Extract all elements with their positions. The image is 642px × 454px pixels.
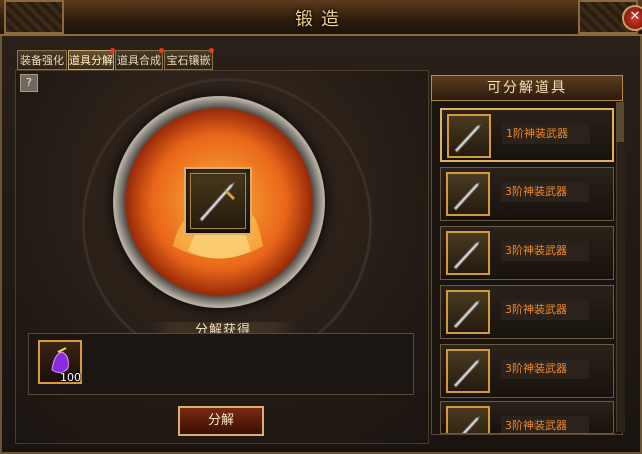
item-label: 3阶神装武器 (501, 300, 589, 320)
reward-count: 100 (60, 371, 81, 384)
sword-icon (199, 181, 236, 222)
list-item[interactable]: 3阶神装武器 (440, 167, 614, 221)
list-item[interactable]: 3阶神装武器 (440, 226, 614, 280)
window-title: 锻造 (295, 9, 347, 30)
item-label: 3阶神装武器 (501, 359, 589, 379)
sword-icon (447, 114, 491, 158)
list-scrollbar[interactable] (616, 102, 625, 432)
help-icon[interactable]: ? (20, 74, 38, 92)
list-item[interactable]: 3阶神装武器 (440, 285, 614, 339)
title-bar: 锻造 ✕ (0, 0, 642, 36)
list-item[interactable]: 1阶神装武器 (440, 108, 614, 162)
sword-icon (446, 231, 490, 275)
list-item[interactable]: 3阶神装武器 (440, 401, 614, 434)
sword-icon (446, 172, 490, 216)
result-box (28, 333, 414, 395)
item-label: 3阶神装武器 (501, 182, 589, 202)
tab-gem-inlay[interactable]: 宝石镶嵌 (164, 48, 214, 70)
decompose-button[interactable]: 分解 (178, 406, 264, 436)
notification-dot (209, 48, 214, 53)
item-label: 1阶神装武器 (502, 124, 590, 144)
tab-equip-enhance[interactable]: 装备强化 (17, 50, 67, 70)
item-label: 3阶神装武器 (501, 416, 589, 433)
decompose-slot[interactable] (184, 167, 252, 235)
list-item[interactable]: 3阶神装武器 (440, 344, 614, 398)
scrollbar-thumb[interactable] (616, 102, 624, 142)
tab-item-combine[interactable]: 道具合成 (115, 48, 164, 70)
close-icon[interactable]: ✕ (622, 5, 642, 31)
sword-icon (446, 349, 490, 393)
tab-item-decompose[interactable]: 道具分解 (68, 48, 115, 70)
sword-icon (446, 406, 490, 433)
item-label: 3阶神装武器 (501, 241, 589, 261)
sword-icon (446, 290, 490, 334)
decomposable-list-title: 可分解道具 (431, 75, 623, 101)
